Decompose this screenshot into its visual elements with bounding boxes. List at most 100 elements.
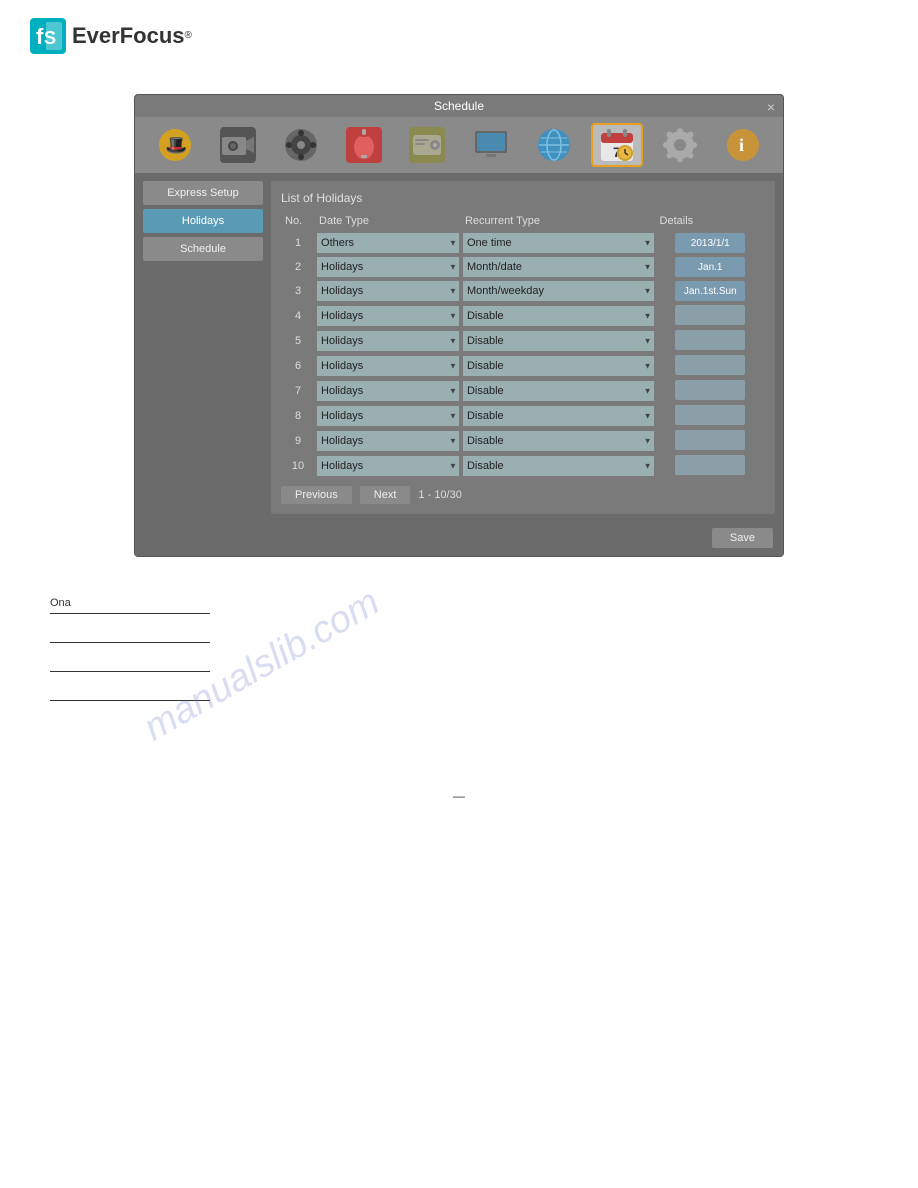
info-toolbar-icon[interactable]: i	[717, 123, 769, 167]
header: f S EverFocus®	[0, 0, 918, 64]
sidebar-item-schedule[interactable]: Schedule	[143, 237, 263, 261]
save-button[interactable]: Save	[712, 528, 773, 548]
recurrent-type-cell: One timeMonth/dateMonth/weekdayDisable▼	[461, 353, 656, 378]
bottom-text-1: Ona	[50, 597, 918, 609]
recurrent-type-select[interactable]: One timeMonth/dateMonth/weekdayDisable	[463, 281, 654, 301]
date-type-cell: OthersHolidays▼	[315, 231, 461, 255]
window-close-button[interactable]: ×	[767, 99, 775, 115]
detail-button-empty	[675, 380, 745, 400]
row-number: 6	[281, 353, 315, 378]
section-title: List of Holidays	[281, 191, 765, 205]
bottom-line-1	[50, 613, 210, 614]
page-content: Schedule × 🎩	[0, 64, 918, 803]
date-type-cell: OthersHolidays▼	[315, 378, 461, 403]
date-type-select[interactable]: OthersHolidays	[317, 406, 459, 426]
recurrent-type-select[interactable]: One timeMonth/dateMonth/weekdayDisable	[463, 233, 654, 253]
date-type-select[interactable]: OthersHolidays	[317, 257, 459, 277]
date-type-select[interactable]: OthersHolidays	[317, 381, 459, 401]
everfocus-logo-icon: f S	[30, 18, 66, 54]
detail-cell	[656, 428, 765, 453]
settings-toolbar-icon[interactable]	[654, 123, 706, 167]
pagination-row: Previous Next 1 - 10/30	[281, 486, 765, 504]
recurrent-type-select[interactable]: One timeMonth/dateMonth/weekdayDisable	[463, 306, 654, 326]
date-type-select[interactable]: OthersHolidays	[317, 306, 459, 326]
previous-button[interactable]: Previous	[281, 486, 352, 504]
recurrent-type-cell: One timeMonth/dateMonth/weekdayDisable▼	[461, 303, 656, 328]
date-type-cell: OthersHolidays▼	[315, 403, 461, 428]
window-titlebar: Schedule ×	[135, 95, 783, 117]
detail-cell: 2013/1/1	[656, 231, 765, 255]
detail-cell	[656, 453, 765, 478]
recurrent-type-select[interactable]: One timeMonth/dateMonth/weekdayDisable	[463, 456, 654, 476]
record-toolbar-icon[interactable]	[275, 123, 327, 167]
magic-wand-toolbar-icon[interactable]: 🎩	[149, 123, 201, 167]
monitor-toolbar-icon[interactable]	[465, 123, 517, 167]
date-type-cell: OthersHolidays▼	[315, 328, 461, 353]
col-recurrent-type: Recurrent Type	[461, 213, 656, 231]
recurrent-type-select[interactable]: One timeMonth/dateMonth/weekdayDisable	[463, 331, 654, 351]
recurrent-type-cell: One timeMonth/dateMonth/weekdayDisable▼	[461, 378, 656, 403]
table-row: 7OthersHolidays▼One timeMonth/dateMonth/…	[281, 378, 765, 403]
row-number: 9	[281, 428, 315, 453]
recurrent-type-cell: One timeMonth/dateMonth/weekdayDisable▼	[461, 428, 656, 453]
col-details: Details	[656, 213, 765, 231]
bottom-line-3	[50, 671, 210, 672]
recurrent-type-select[interactable]: One timeMonth/dateMonth/weekdayDisable	[463, 406, 654, 426]
row-number: 7	[281, 378, 315, 403]
logo: f S EverFocus®	[30, 18, 192, 54]
detail-button-empty	[675, 330, 745, 350]
page-body: manualslib.com Schedule × 🎩	[0, 64, 918, 803]
recurrent-type-select[interactable]: One timeMonth/dateMonth/weekdayDisable	[463, 356, 654, 376]
network-toolbar-icon[interactable]	[528, 123, 580, 167]
detail-button[interactable]: Jan.1st.Sun	[675, 281, 745, 301]
detail-cell	[656, 403, 765, 428]
date-type-select[interactable]: OthersHolidays	[317, 281, 459, 301]
alarm-toolbar-icon[interactable]	[338, 123, 390, 167]
recurrent-type-cell: One timeMonth/dateMonth/weekdayDisable▼	[461, 328, 656, 353]
bottom-line-4	[50, 700, 210, 701]
bottom-line-2	[50, 642, 210, 643]
table-row: 1OthersHolidays▼One timeMonth/dateMonth/…	[281, 231, 765, 255]
date-type-select[interactable]: OthersHolidays	[317, 431, 459, 451]
table-row: 5OthersHolidays▼One timeMonth/dateMonth/…	[281, 328, 765, 353]
logo-text: EverFocus®	[72, 23, 192, 49]
recurrent-type-select[interactable]: One timeMonth/dateMonth/weekdayDisable	[463, 431, 654, 451]
row-number: 4	[281, 303, 315, 328]
svg-text:🎩: 🎩	[165, 135, 187, 155]
camera-toolbar-icon[interactable]	[212, 123, 264, 167]
sidebar-item-holidays[interactable]: Holidays	[143, 209, 263, 233]
date-type-select[interactable]: OthersHolidays	[317, 331, 459, 351]
date-type-cell: OthersHolidays▼	[315, 255, 461, 279]
svg-text:f: f	[36, 24, 44, 49]
detail-cell: Jan.1st.Sun	[656, 279, 765, 303]
detail-button[interactable]: Jan.1	[675, 257, 745, 277]
main-panel: List of Holidays No. Date Type Recurrent…	[271, 181, 775, 514]
detail-button-empty	[675, 405, 745, 425]
next-button[interactable]: Next	[360, 486, 411, 504]
date-type-select[interactable]: OthersHolidays	[317, 356, 459, 376]
date-type-cell: OthersHolidays▼	[315, 428, 461, 453]
page-info: 1 - 10/30	[418, 489, 461, 501]
recurrent-type-cell: One timeMonth/dateMonth/weekdayDisable▼	[461, 403, 656, 428]
detail-button-empty	[675, 455, 745, 475]
table-row: 9OthersHolidays▼One timeMonth/dateMonth/…	[281, 428, 765, 453]
toolbar: 🎩	[135, 117, 783, 173]
recurrent-type-select[interactable]: One timeMonth/dateMonth/weekdayDisable	[463, 381, 654, 401]
detail-cell	[656, 353, 765, 378]
table-row: 2OthersHolidays▼One timeMonth/dateMonth/…	[281, 255, 765, 279]
detail-button-empty	[675, 305, 745, 325]
row-number: 8	[281, 403, 315, 428]
date-type-select[interactable]: OthersHolidays	[317, 456, 459, 476]
schedule-toolbar-icon[interactable]: 7	[591, 123, 643, 167]
sidebar-item-express-setup[interactable]: Express Setup	[143, 181, 263, 205]
window-footer: Save	[135, 522, 783, 556]
date-type-select[interactable]: OthersHolidays	[317, 233, 459, 253]
storage-toolbar-icon[interactable]	[401, 123, 453, 167]
date-type-cell: OthersHolidays▼	[315, 453, 461, 478]
recurrent-type-select[interactable]: One timeMonth/dateMonth/weekdayDisable	[463, 257, 654, 277]
date-type-cell: OthersHolidays▼	[315, 303, 461, 328]
detail-cell	[656, 328, 765, 353]
col-no: No.	[281, 213, 315, 231]
detail-button[interactable]: 2013/1/1	[675, 233, 745, 253]
table-row: 4OthersHolidays▼One timeMonth/dateMonth/…	[281, 303, 765, 328]
